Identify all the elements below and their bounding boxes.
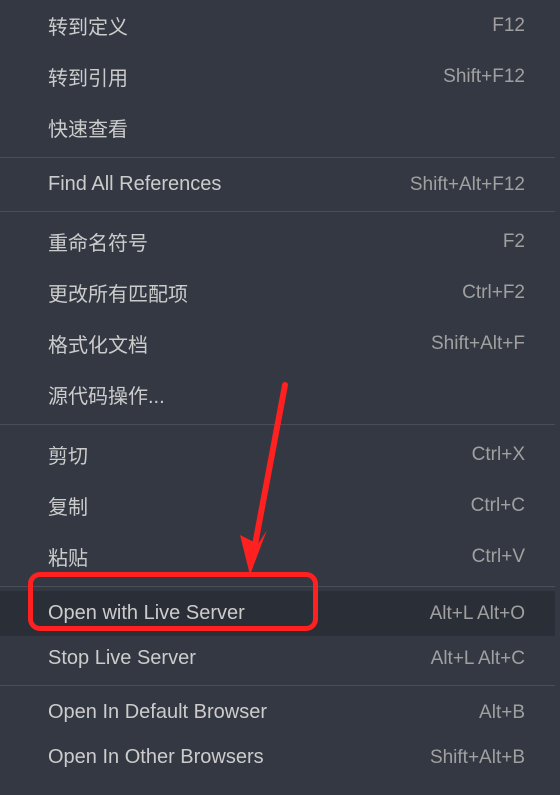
menu-item-copy[interactable]: 复制 Ctrl+C bbox=[0, 480, 555, 531]
menu-item-shortcut: Ctrl+C bbox=[471, 495, 525, 517]
menu-item-shortcut: Ctrl+V bbox=[472, 546, 525, 568]
menu-separator bbox=[0, 586, 555, 587]
menu-item-open-in-default-browser[interactable]: Open In Default Browser Alt+B bbox=[0, 690, 555, 735]
menu-item-label: 复制 bbox=[48, 491, 88, 520]
menu-item-label: 剪切 bbox=[48, 440, 88, 469]
menu-item-shortcut: Shift+Alt+F12 bbox=[410, 174, 525, 196]
menu-item-label: 更改所有匹配项 bbox=[48, 278, 188, 307]
menu-item-label: 格式化文档 bbox=[48, 329, 148, 358]
menu-item-goto-definition[interactable]: 转到定义 F12 bbox=[0, 0, 555, 51]
menu-item-rename-symbol[interactable]: 重命名符号 F2 bbox=[0, 216, 555, 267]
menu-item-label: 转到定义 bbox=[48, 11, 128, 40]
menu-item-shortcut: Ctrl+F2 bbox=[462, 282, 525, 304]
menu-item-shortcut: Ctrl+X bbox=[472, 444, 525, 466]
menu-item-cut[interactable]: 剪切 Ctrl+X bbox=[0, 429, 555, 480]
menu-item-format-document[interactable]: 格式化文档 Shift+Alt+F bbox=[0, 318, 555, 369]
menu-item-change-all-occurrences[interactable]: 更改所有匹配项 Ctrl+F2 bbox=[0, 267, 555, 318]
menu-item-shortcut: F2 bbox=[503, 231, 525, 253]
menu-item-label: Open In Other Browsers bbox=[48, 746, 264, 769]
menu-item-label: 快速查看 bbox=[48, 113, 128, 142]
menu-item-open-in-other-browsers[interactable]: Open In Other Browsers Shift+Alt+B bbox=[0, 735, 555, 780]
menu-item-label: Open In Default Browser bbox=[48, 701, 267, 724]
menu-item-source-action[interactable]: 源代码操作... bbox=[0, 369, 555, 420]
menu-item-label: 源代码操作... bbox=[48, 380, 165, 409]
menu-separator bbox=[0, 685, 555, 686]
menu-item-label: 粘贴 bbox=[48, 542, 88, 571]
menu-item-shortcut: Shift+Alt+B bbox=[430, 747, 525, 769]
menu-item-shortcut: F12 bbox=[492, 15, 525, 37]
menu-item-label: Stop Live Server bbox=[48, 647, 196, 670]
menu-item-shortcut: Alt+B bbox=[479, 702, 525, 724]
menu-item-shortcut: Shift+Alt+F bbox=[431, 333, 525, 355]
menu-item-shortcut: Shift+F12 bbox=[443, 66, 525, 88]
menu-separator bbox=[0, 424, 555, 425]
menu-item-shortcut: Alt+L Alt+O bbox=[430, 603, 525, 625]
menu-item-find-all-references[interactable]: Find All References Shift+Alt+F12 bbox=[0, 162, 555, 207]
menu-item-shortcut: Alt+L Alt+C bbox=[431, 648, 525, 670]
menu-item-label: Find All References bbox=[48, 173, 221, 196]
menu-item-label: 转到引用 bbox=[48, 62, 128, 91]
menu-item-open-with-live-server[interactable]: Open with Live Server Alt+L Alt+O bbox=[0, 591, 555, 636]
menu-item-stop-live-server[interactable]: Stop Live Server Alt+L Alt+C bbox=[0, 636, 555, 681]
menu-item-peek[interactable]: 快速查看 bbox=[0, 102, 555, 153]
context-menu: 转到定义 F12 转到引用 Shift+F12 快速查看 Find All Re… bbox=[0, 0, 555, 780]
menu-separator bbox=[0, 157, 555, 158]
menu-item-label: Open with Live Server bbox=[48, 602, 245, 625]
menu-item-label: 重命名符号 bbox=[48, 227, 148, 256]
menu-item-paste[interactable]: 粘贴 Ctrl+V bbox=[0, 531, 555, 582]
menu-separator bbox=[0, 211, 555, 212]
menu-item-goto-reference[interactable]: 转到引用 Shift+F12 bbox=[0, 51, 555, 102]
